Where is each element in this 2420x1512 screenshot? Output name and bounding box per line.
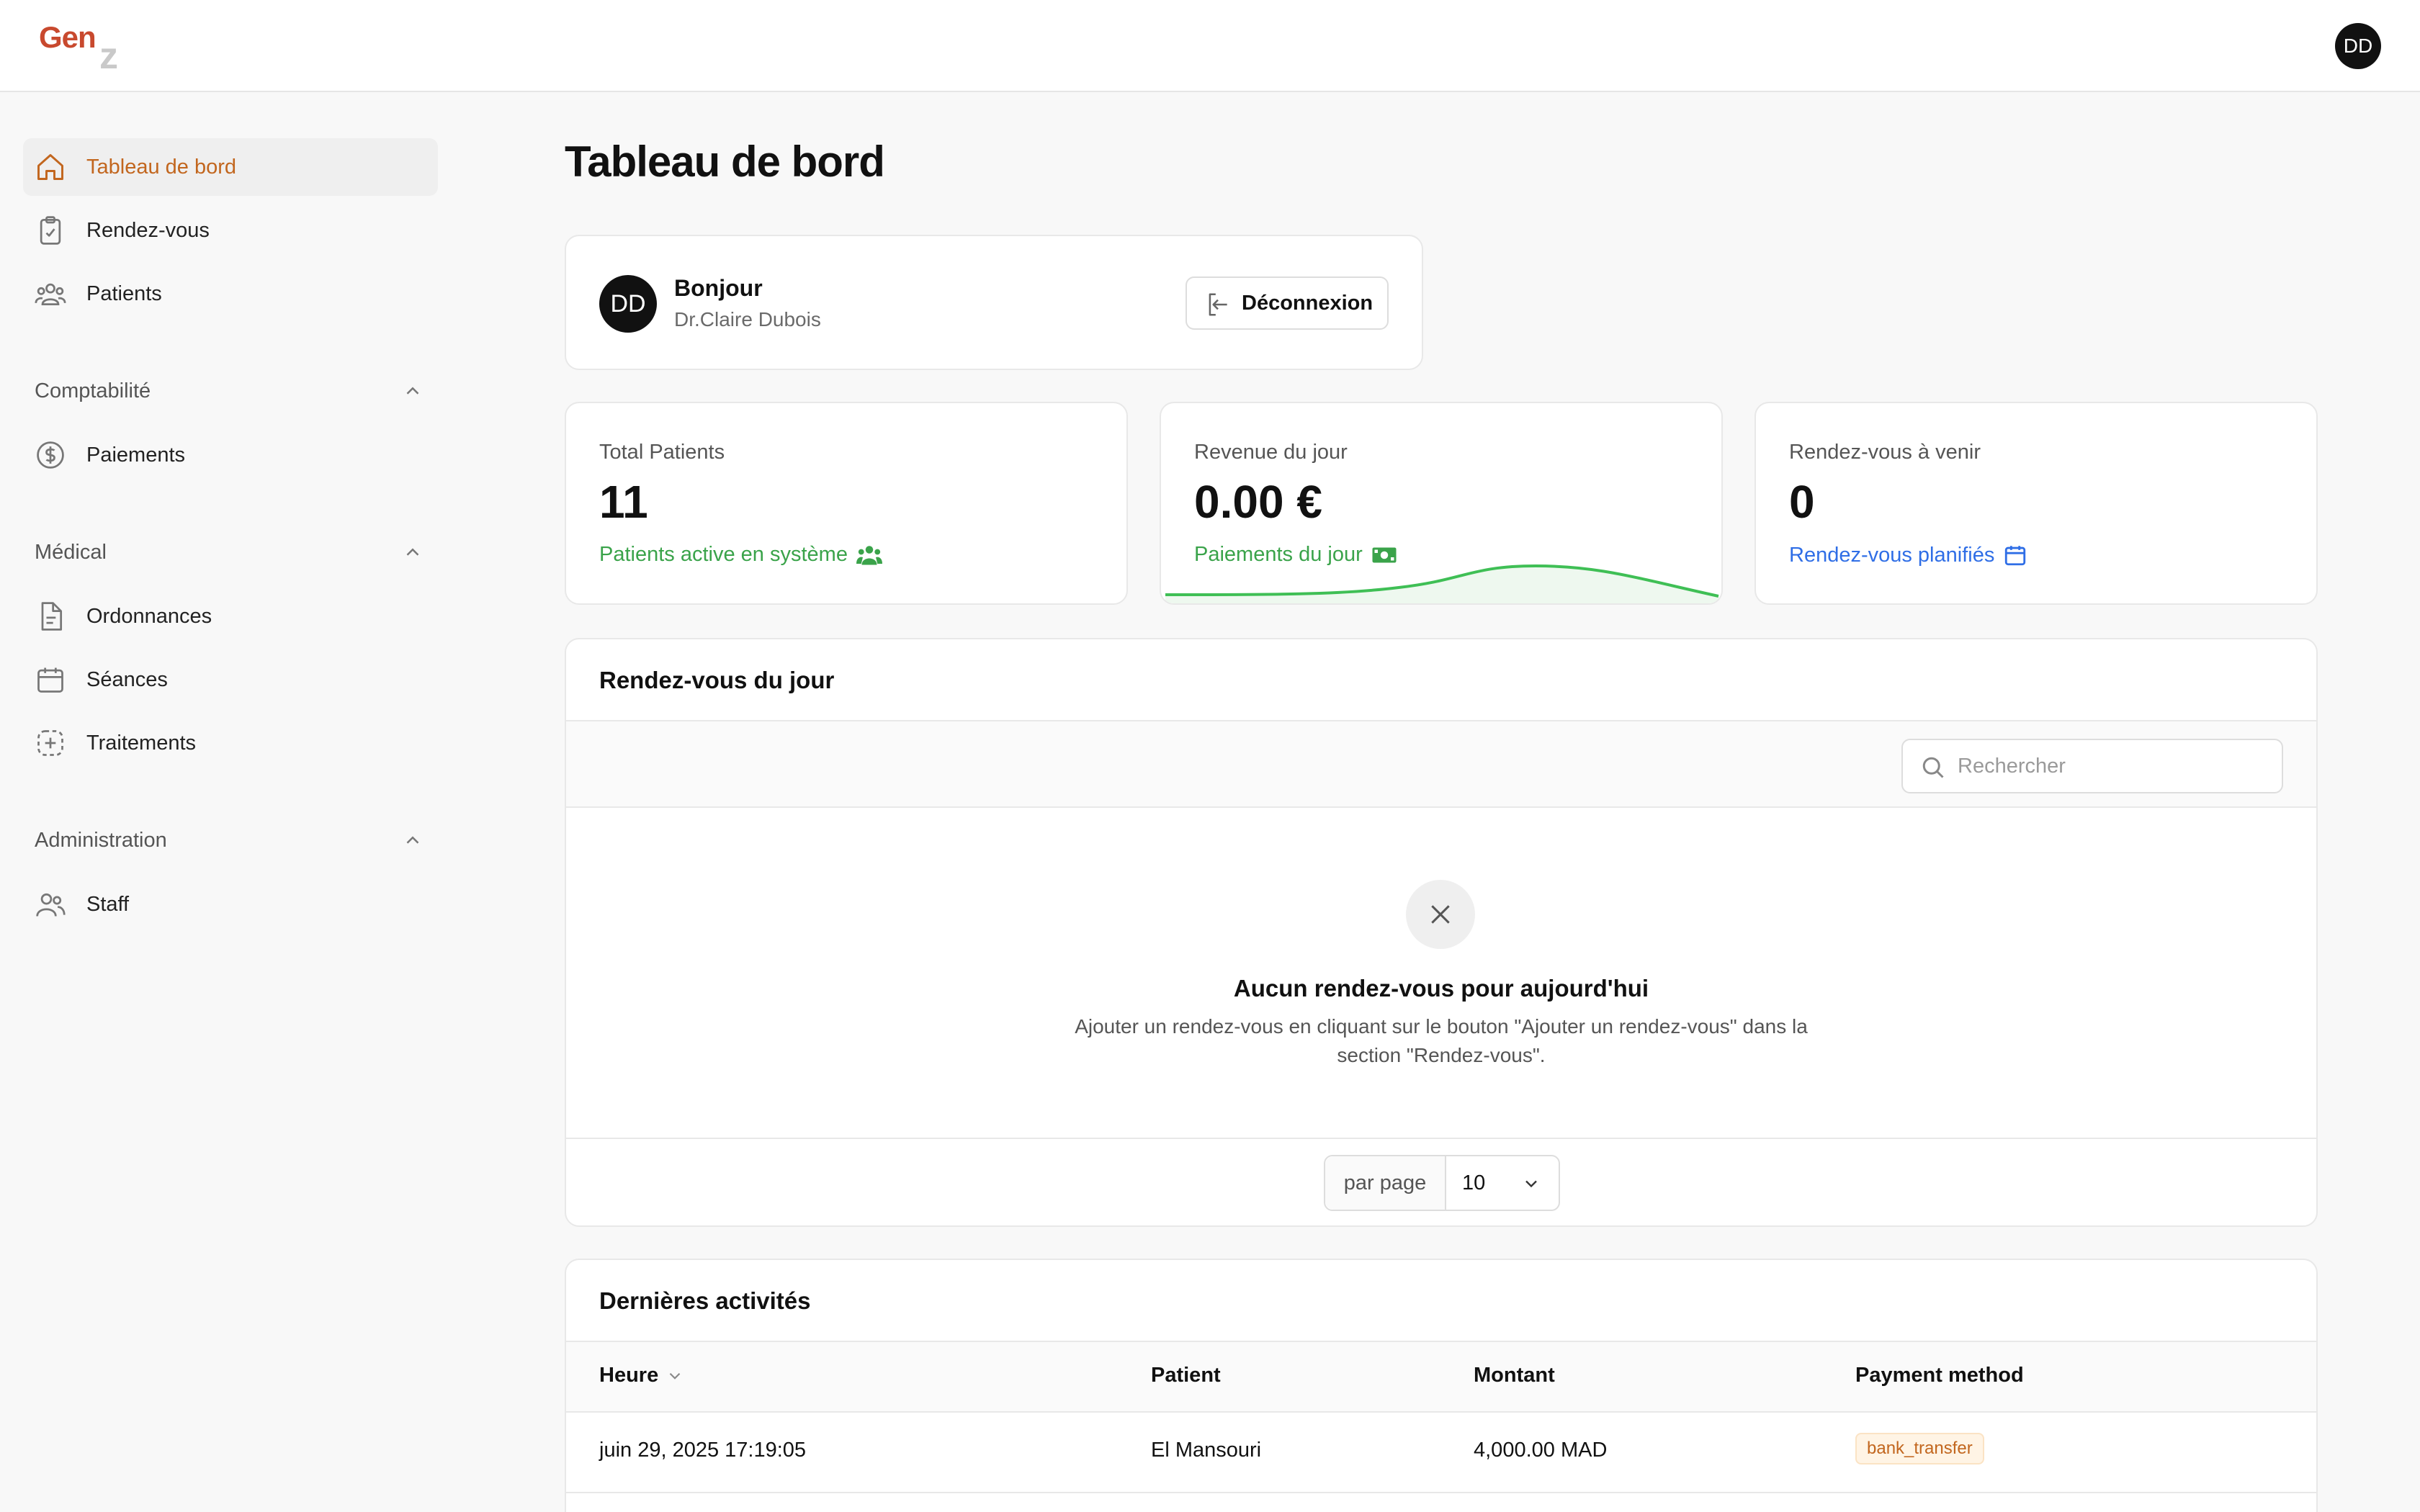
- sidebar-item-label: Staff: [86, 892, 130, 916]
- stat-value: 11: [599, 476, 648, 528]
- sidebar-item-label: Rendez-vous: [86, 218, 210, 242]
- appointments-title: Rendez-vous du jour: [599, 667, 835, 693]
- sidebar-item-label: Patients: [86, 282, 162, 305]
- cell-amount: 4,000.00 MAD: [1474, 1439, 1608, 1462]
- sidebar-item-label: Traitements: [86, 731, 197, 755]
- close-icon: [1431, 905, 1450, 924]
- treatment-icon: [37, 730, 63, 756]
- stat-subtitle: Patients active en système: [599, 543, 848, 566]
- greeting: Bonjour: [674, 275, 763, 301]
- section-medical[interactable]: Médical: [35, 534, 424, 570]
- per-page-label: par page: [1325, 1156, 1446, 1210]
- users-icon: [856, 545, 882, 564]
- sidebar-item-label: Ordonnances: [86, 604, 212, 628]
- dollar-circle-icon: [37, 441, 64, 469]
- divider: [566, 720, 2316, 721]
- table-header: Heure Patient Montant Payment method: [566, 1342, 2316, 1413]
- divider: [566, 1411, 2316, 1413]
- stat-subtitle-row: Patients active en système: [599, 543, 882, 567]
- stat-value: 0.00 €: [1194, 476, 1322, 528]
- logout-icon: [1209, 293, 1227, 316]
- stat-card-upcoming: Rendez-vous à venir 0 Rendez-vous planif…: [1754, 402, 2318, 605]
- activities-card: Dernières activités Heure Patient Montan…: [565, 1259, 2318, 1512]
- chevron-down-icon: [669, 1372, 681, 1380]
- page-title: Tableau de bord: [565, 138, 885, 186]
- chevron-up-icon: [406, 548, 419, 556]
- doctor-name: Dr.Claire Dubois: [674, 308, 821, 330]
- per-page-value: 10: [1462, 1171, 1486, 1194]
- search-icon: [1922, 757, 1944, 778]
- per-page-select[interactable]: 10: [1446, 1156, 1559, 1210]
- section-label: Administration: [35, 828, 167, 852]
- column-header-amount: Montant: [1474, 1364, 1555, 1387]
- divider: [566, 1138, 2316, 1139]
- user-avatar[interactable]: DD: [2335, 23, 2381, 69]
- payment-method-badge: bank_transfer: [1855, 1433, 1984, 1464]
- sidebar-item-label: Séances: [86, 667, 168, 691]
- sidebar-item-dashboard[interactable]: Tableau de bord: [23, 138, 438, 196]
- column-header-time[interactable]: Heure: [599, 1364, 684, 1387]
- chevron-up-icon: [406, 387, 419, 395]
- clipboard-check-icon: [40, 216, 61, 245]
- activities-title: Dernières activités: [599, 1287, 811, 1314]
- search-input[interactable]: [1958, 750, 2260, 782]
- column-header-patient: Patient: [1151, 1364, 1221, 1387]
- stat-title: Total Patients: [599, 441, 725, 464]
- column-header-label: Heure: [599, 1364, 659, 1387]
- logo[interactable]: Gen z: [39, 20, 133, 77]
- section-label: Comptabilité: [35, 379, 151, 402]
- user-card: DD Bonjour Dr.Claire Dubois Déconnexion: [565, 235, 1423, 370]
- appointments-card: Rendez-vous du jour Aucun rendez-vous po…: [565, 638, 2318, 1227]
- empty-state-icon: [1406, 880, 1475, 949]
- chevron-up-icon: [406, 836, 419, 844]
- staff-icon: [36, 893, 66, 917]
- pagination-per-page: par page 10: [1324, 1155, 1560, 1211]
- sidebar-item-label: Paiements: [86, 443, 186, 467]
- sidebar-item-label: Tableau de bord: [86, 155, 236, 179]
- sidebar-item-patients[interactable]: Patients: [23, 265, 438, 323]
- logo-text: Gen: [39, 20, 97, 54]
- cell-patient: El Mansouri: [1151, 1439, 1262, 1462]
- document-icon: [41, 602, 63, 631]
- logout-button[interactable]: Déconnexion: [1186, 276, 1389, 330]
- stat-card-revenue: Revenue du jour 0.00 € Paiements du jour: [1160, 402, 1723, 605]
- stat-subtitle-row: Rendez-vous planifiés: [1789, 543, 2027, 567]
- divider: [566, 1492, 2316, 1493]
- stat-title: Rendez-vous à venir: [1789, 441, 1981, 464]
- chevron-down-icon: [1525, 1180, 1537, 1188]
- section-label: Médical: [35, 540, 107, 564]
- stat-title: Revenue du jour: [1194, 441, 1348, 464]
- empty-state-title: Aucun rendez-vous pour aujourd'hui: [1233, 975, 1649, 1002]
- sidebar: Tableau de bord Rendez-vous Patients Com…: [0, 94, 461, 1512]
- avatar: DD: [599, 275, 657, 333]
- cell-time: juin 29, 2025 17:19:05: [599, 1439, 807, 1462]
- sidebar-item-payments[interactable]: Paiements: [23, 426, 438, 484]
- logo-mark: z: [99, 35, 118, 77]
- sidebar-item-sessions[interactable]: Séances: [23, 651, 438, 708]
- calendar-icon: [37, 667, 63, 693]
- sidebar-item-treatments[interactable]: Traitements: [23, 714, 438, 772]
- stat-subtitle: Rendez-vous planifiés: [1789, 543, 1995, 567]
- stat-value: 0: [1789, 476, 1815, 528]
- divider: [566, 806, 2316, 808]
- home-icon: [37, 154, 63, 180]
- section-administration[interactable]: Administration: [35, 822, 424, 858]
- users-icon: [35, 283, 66, 306]
- top-bar: Gen z DD: [0, 0, 2420, 92]
- stat-card-total-patients: Total Patients 11 Patients active en sys…: [565, 402, 1128, 605]
- search-field[interactable]: [1901, 739, 2283, 793]
- revenue-sparkline: [1165, 564, 1719, 603]
- section-accounting[interactable]: Comptabilité: [35, 373, 424, 409]
- calendar-icon: [2005, 546, 2026, 566]
- sidebar-item-staff[interactable]: Staff: [23, 876, 438, 933]
- empty-state-description: Ajouter un rendez-vous en cliquant sur l…: [1075, 1015, 1808, 1066]
- logout-label: Déconnexion: [1242, 291, 1373, 315]
- sidebar-item-prescriptions[interactable]: Ordonnances: [23, 588, 438, 645]
- column-header-payment-method: Payment method: [1855, 1364, 2024, 1387]
- sidebar-item-appointments[interactable]: Rendez-vous: [23, 202, 438, 259]
